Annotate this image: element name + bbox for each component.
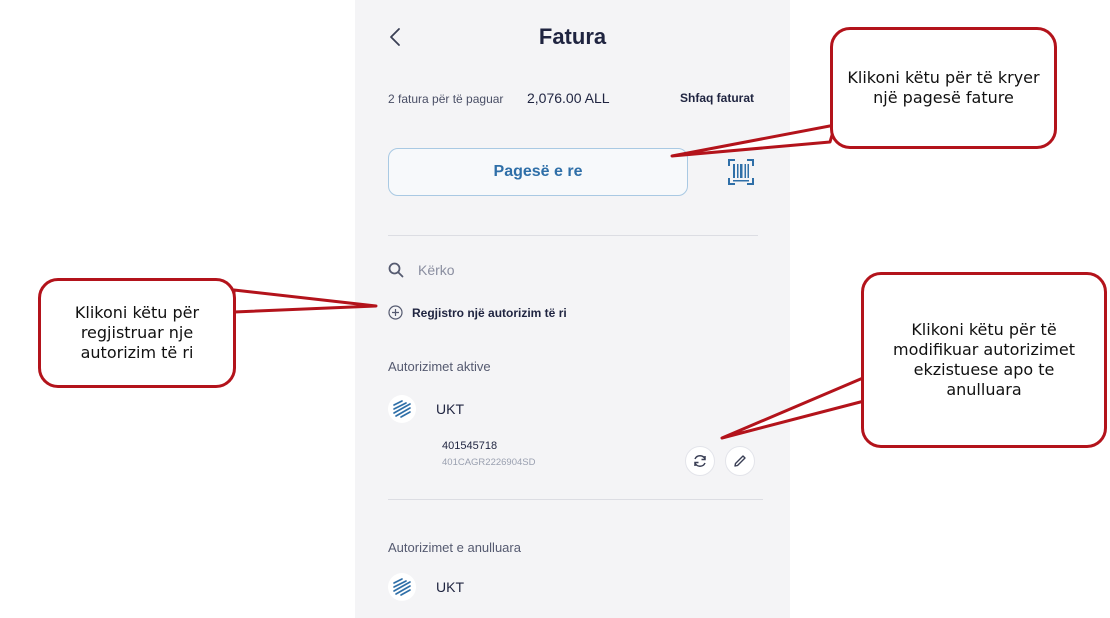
search-input[interactable] xyxy=(416,261,720,279)
section-divider xyxy=(388,235,758,236)
register-callout: Klikoni këtu për regjistruar nje autoriz… xyxy=(38,278,236,388)
app-screen: Fatura 2 fatura për të paguar 2,076.00 A… xyxy=(355,0,790,618)
modify-callout: Klikoni këtu për të modifikuar autorizim… xyxy=(861,272,1107,448)
section-divider xyxy=(388,499,763,500)
refresh-icon xyxy=(694,455,706,467)
modify-callout-text: Klikoni këtu për të modifikuar autorizim… xyxy=(892,320,1075,399)
show-invoices-link[interactable]: Shfaq faturat xyxy=(680,91,754,105)
register-authorization-label: Regjistro një autorizim të ri xyxy=(412,305,567,320)
search-bar xyxy=(388,258,758,282)
new-payment-button[interactable]: Pagesë e re xyxy=(388,148,688,196)
register-callout-text: Klikoni këtu për regjistruar nje autoriz… xyxy=(74,303,200,362)
active-section-title: Autorizimet aktive xyxy=(388,359,491,374)
ukt-logo-icon xyxy=(388,395,416,423)
register-authorization-button[interactable]: Regjistro një autorizim të ri xyxy=(388,305,567,320)
page-title: Fatura xyxy=(538,24,607,49)
authorization-number: 401545718 xyxy=(442,440,498,452)
unpaid-amount: 2,076.00 ALL xyxy=(527,90,610,106)
ukt-logo-icon xyxy=(388,573,416,601)
active-authorization-provider[interactable]: UKT xyxy=(388,395,464,423)
plus-circle-icon xyxy=(388,305,403,320)
authorization-code: 401CAGR2226904SD xyxy=(442,457,536,468)
refresh-authorization-button[interactable] xyxy=(685,446,715,476)
provider-name: UKT xyxy=(436,401,464,417)
barcode-scan-icon xyxy=(728,159,754,185)
new-payment-label: Pagesë e re xyxy=(493,163,583,180)
pencil-icon xyxy=(734,455,746,467)
barcode-scan-button[interactable] xyxy=(727,158,755,186)
search-icon xyxy=(388,262,404,278)
payment-callout-text: Klikoni këtu për të kryer një pagesë fat… xyxy=(847,68,1040,107)
edit-authorization-button[interactable] xyxy=(725,446,755,476)
cancelled-authorization-provider[interactable]: UKT xyxy=(388,573,464,601)
payment-callout: Klikoni këtu për të kryer një pagesë fat… xyxy=(830,27,1057,149)
cancelled-section-title: Autorizimet e anulluara xyxy=(388,540,521,555)
unpaid-count-text: 2 fatura për të paguar xyxy=(388,92,504,106)
provider-name: UKT xyxy=(436,579,464,595)
